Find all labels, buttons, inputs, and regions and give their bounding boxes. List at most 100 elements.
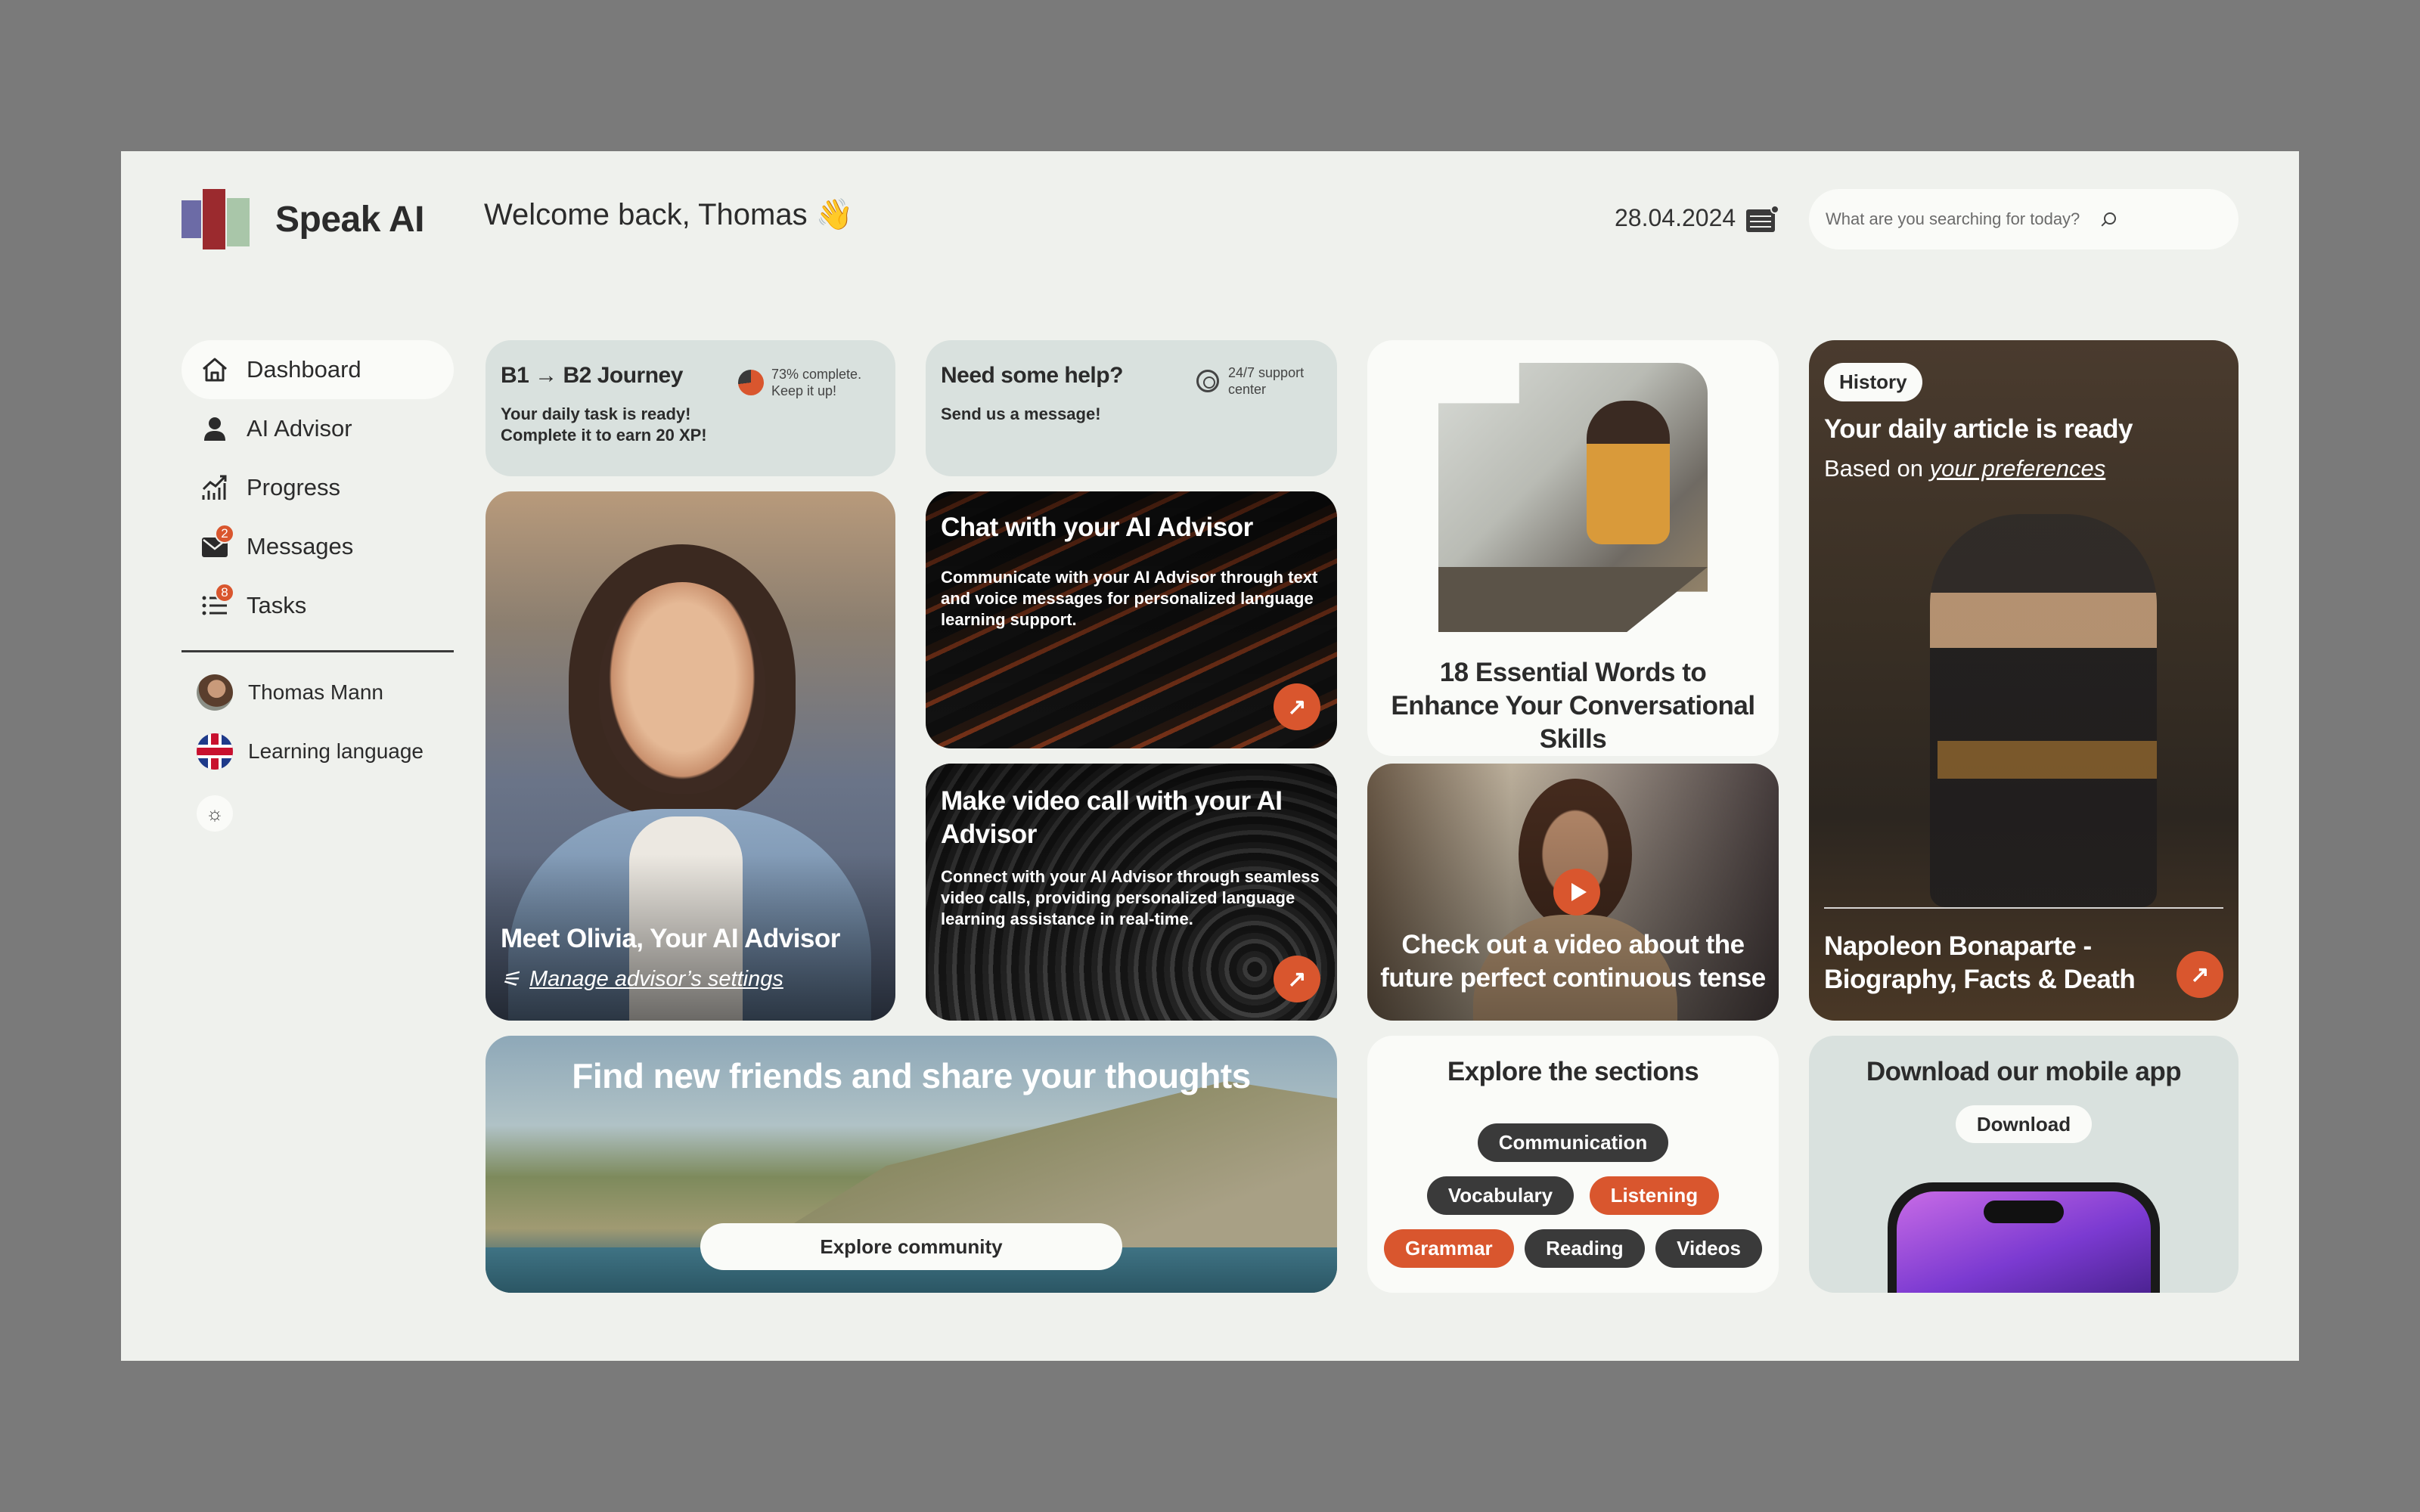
sidebar-divider: [182, 650, 454, 652]
home-icon: [198, 353, 231, 386]
sidebar-item-messages[interactable]: 2 Messages: [182, 517, 454, 576]
video-call-open-button[interactable]: ↗: [1274, 956, 1320, 1002]
advisor-photo: [599, 582, 765, 794]
sidebar-item-label: Dashboard: [247, 356, 361, 383]
support-center: 24/7 support center: [1196, 364, 1304, 398]
community-card[interactable]: Find new friends and share your thoughts…: [486, 1036, 1337, 1293]
chat-advisor-card[interactable]: Chat with your AI Advisor Communicate wi…: [926, 491, 1337, 748]
sidebar-item-ai-advisor[interactable]: AI Advisor: [182, 399, 454, 458]
support-icon: [1196, 370, 1219, 392]
community-title: Find new friends and share your thoughts: [572, 1056, 1251, 1095]
sections-card: Explore the sections Communication Vocab…: [1367, 1036, 1779, 1293]
play-icon[interactable]: [1553, 869, 1600, 916]
help-card[interactable]: Need some help? 24/7 support center Send…: [926, 340, 1337, 476]
progress-subtext: Keep it up!: [771, 383, 837, 398]
logo[interactable]: Speak AI: [182, 189, 424, 249]
words-title: 18 Essential Words to Enhance Your Conve…: [1391, 658, 1755, 754]
article-words-card[interactable]: 18 Essential Words to Enhance Your Conve…: [1367, 340, 1779, 756]
date-text: 28.04.2024: [1615, 204, 1736, 231]
theme-toggle-button[interactable]: ☼: [197, 795, 233, 832]
section-tag-reading[interactable]: Reading: [1525, 1229, 1645, 1268]
video-title: Check out a video about the future perfe…: [1380, 930, 1766, 993]
chat-title: Chat with your AI Advisor: [941, 513, 1253, 542]
avatar: [197, 674, 233, 711]
support-subtext: center: [1228, 382, 1267, 397]
napoleon-portrait: [1930, 514, 2157, 907]
sidebar-nav: Dashboard AI Advisor Progress 2 Messages: [182, 340, 454, 635]
history-subtitle-prefix: Based on: [1824, 455, 1923, 482]
advisor-settings-link[interactable]: ⚟ Manage advisor’s settings: [501, 966, 783, 993]
advisor-settings-label: Manage advisor’s settings: [529, 967, 783, 991]
search-input[interactable]: [1826, 209, 2090, 229]
search-bar[interactable]: [1809, 189, 2238, 249]
history-subtitle: Based on your preferences: [1824, 455, 2105, 482]
mobile-app-card: Download our mobile app Download: [1809, 1036, 2238, 1293]
journey-title: B1 → B2 Journey: [501, 363, 683, 388]
sun-icon: ☼: [206, 801, 224, 825]
video-call-card[interactable]: Make video call with your AI Advisor Con…: [926, 764, 1337, 1021]
calendar-icon[interactable]: [1746, 204, 1780, 232]
user-icon: [198, 412, 231, 445]
app-name: Speak AI: [275, 199, 424, 240]
support-text: 24/7 support: [1228, 365, 1305, 380]
profile-name: Thomas Mann: [248, 680, 383, 704]
learning-language-label: Learning language: [248, 739, 424, 763]
article-divider: [1824, 907, 2223, 909]
chart-up-icon: [198, 471, 231, 504]
learning-language-link[interactable]: Learning language: [197, 733, 424, 770]
section-tag-vocabulary[interactable]: Vocabulary: [1426, 1176, 1575, 1215]
arrow-up-right-icon: ↗: [1287, 966, 1307, 992]
mail-icon: 2: [198, 524, 234, 563]
profile-link[interactable]: Thomas Mann: [197, 674, 383, 711]
sidebar-item-progress[interactable]: Progress: [182, 458, 454, 517]
sliders-icon: ⚟: [501, 968, 520, 992]
explore-community-button[interactable]: Explore community: [700, 1223, 1122, 1270]
article-open-button[interactable]: ↗: [2176, 951, 2223, 998]
logo-mark-icon: [182, 189, 251, 249]
help-line: Send us a message!: [941, 404, 1101, 423]
sidebar-item-label: Messages: [247, 533, 354, 559]
tasks-badge: 8: [215, 583, 234, 603]
app-frame: Speak AI Welcome back, Thomas 👋 28.04.20…: [121, 151, 2299, 1361]
chat-description: Communicate with your AI Advisor through…: [941, 568, 1318, 629]
preferences-link[interactable]: your preferences: [1930, 455, 2106, 482]
sections-title: Explore the sections: [1447, 1057, 1699, 1086]
tense-video-card[interactable]: Check out a video about the future perfe…: [1367, 764, 1779, 1021]
journey-line-1: Your daily task is ready!: [501, 404, 691, 423]
history-title: Your daily article is ready: [1824, 414, 2133, 444]
history-tag[interactable]: History: [1824, 363, 1922, 401]
date-display: 28.04.2024: [1615, 204, 1780, 232]
phone-image: [1888, 1182, 2160, 1293]
arrow-up-right-icon: ↗: [1287, 694, 1307, 720]
video-call-title: Make video call with your AI Advisor: [941, 786, 1283, 849]
search-icon[interactable]: [2099, 211, 2116, 228]
uk-flag-icon: [197, 733, 233, 770]
progress-text: 73% complete.: [771, 367, 862, 382]
section-tag-listening[interactable]: Listening: [1589, 1176, 1720, 1215]
sidebar-item-dashboard[interactable]: Dashboard: [182, 340, 454, 399]
advisor-card[interactable]: Meet Olivia, Your AI Advisor ⚟ Manage ad…: [486, 491, 895, 1021]
list-icon: 8: [198, 583, 234, 622]
video-call-description: Connect with your AI Advisor through sea…: [941, 867, 1320, 928]
journey-card[interactable]: B1 → B2 Journey 73% complete. Keep it up…: [486, 340, 895, 476]
messages-badge: 2: [215, 524, 234, 544]
section-tag-videos[interactable]: Videos: [1655, 1229, 1762, 1268]
section-tag-communication[interactable]: Communication: [1477, 1123, 1669, 1162]
arrow-up-right-icon: ↗: [2190, 962, 2210, 987]
sidebar-item-label: AI Advisor: [247, 415, 352, 442]
sidebar-item-label: Tasks: [247, 592, 307, 618]
journey-line-2: Complete it to earn 20 XP!: [501, 426, 707, 445]
section-tag-grammar[interactable]: Grammar: [1384, 1229, 1514, 1268]
chat-open-button[interactable]: ↗: [1274, 683, 1320, 730]
app-download-title: Download our mobile app: [1866, 1057, 2182, 1086]
daily-article-card[interactable]: History Your daily article is ready Base…: [1809, 340, 2238, 1021]
article-title: Napoleon Bonaparte - Biography, Facts & …: [1824, 931, 2136, 994]
advisor-title: Meet Olivia, Your AI Advisor: [501, 924, 840, 953]
download-button[interactable]: Download: [1956, 1105, 2092, 1143]
welcome-message: Welcome back, Thomas 👋: [484, 198, 854, 231]
journey-progress: 73% complete. Keep it up!: [738, 366, 861, 399]
sidebar-item-tasks[interactable]: 8 Tasks: [182, 576, 454, 635]
progress-pie-icon: [738, 370, 764, 395]
sidebar-item-label: Progress: [247, 474, 341, 500]
help-title: Need some help?: [941, 363, 1123, 388]
